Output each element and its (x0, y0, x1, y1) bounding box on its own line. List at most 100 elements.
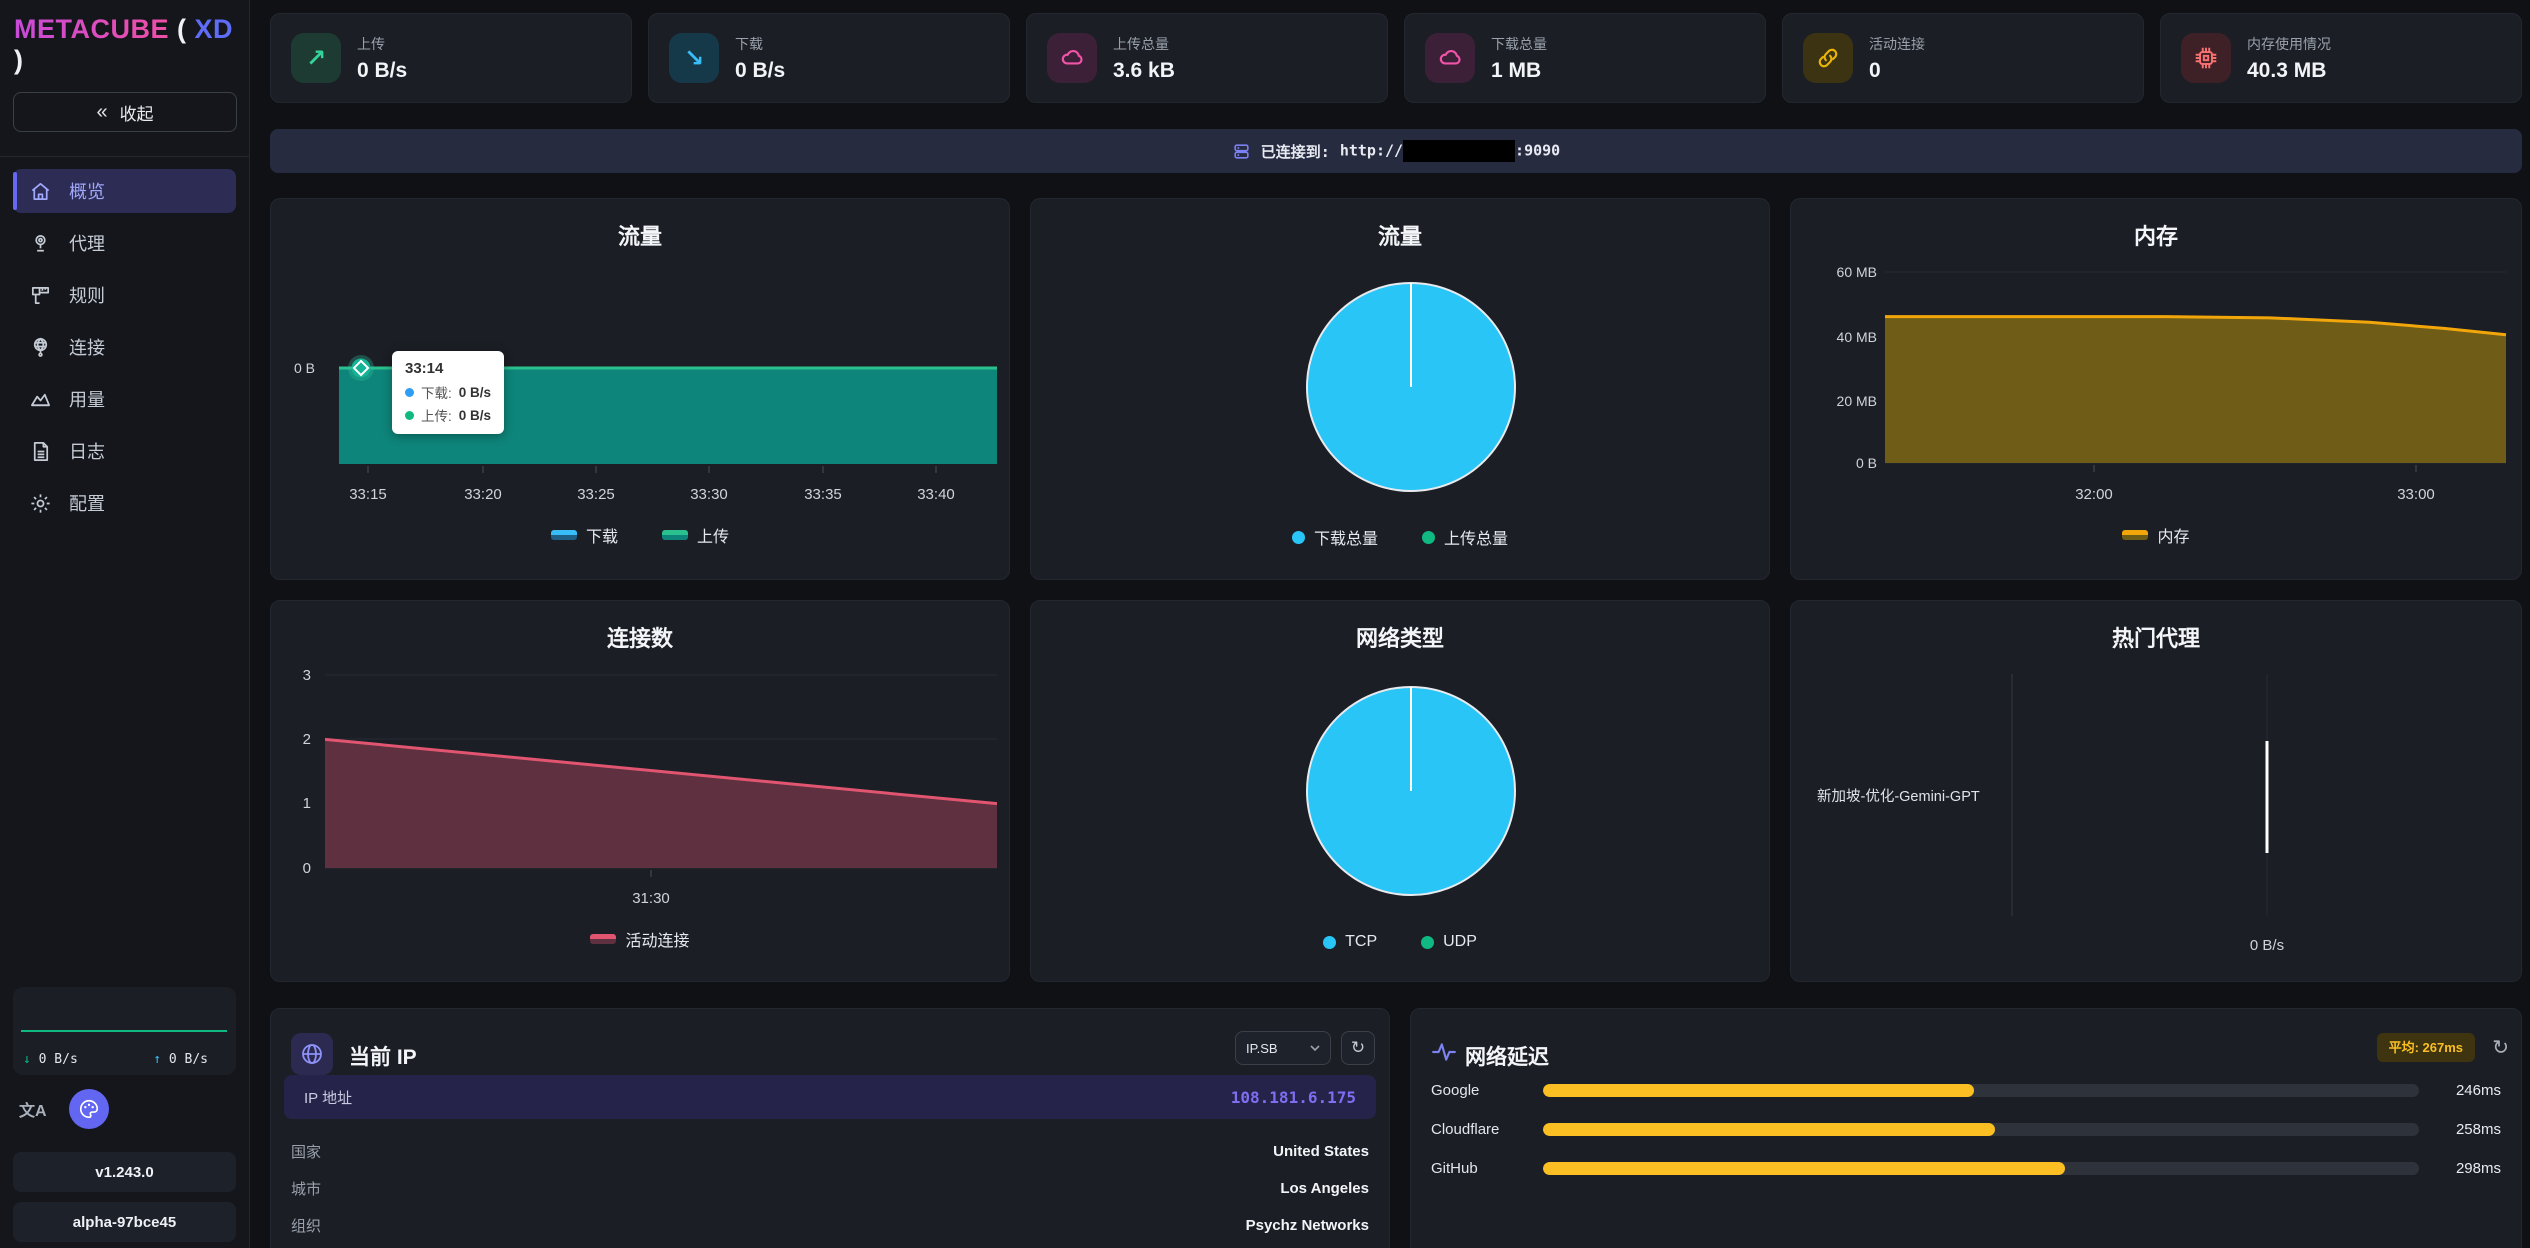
active-point-marker (348, 355, 374, 381)
legend-label: 上传总量 (1444, 525, 1508, 549)
chip-icon (2181, 33, 2231, 83)
svg-text:33:25: 33:25 (577, 486, 615, 503)
traffic-pie-panel: 流量 下载总量上传总量 (1030, 198, 1770, 580)
sidebar-item-label: 规则 (69, 282, 105, 308)
connections-area-chart: 321031:30 (271, 601, 1011, 983)
arrow-down-icon: ↓ (23, 1052, 31, 1067)
stat-value: 40.3 MB (2247, 59, 2331, 83)
sidebar-item-proxy[interactable]: 代理 (13, 221, 236, 265)
sidebar-item-label: 代理 (69, 230, 105, 256)
svg-text:33:40: 33:40 (917, 486, 955, 503)
legend-item[interactable]: TCP (1323, 933, 1377, 951)
x-axis-label: 0 B/s (2250, 937, 2284, 954)
legend-item[interactable]: 上传 (662, 523, 729, 547)
legend-item[interactable]: 活动连接 (590, 927, 689, 951)
config-icon (28, 491, 52, 515)
refresh-icon: ↻ (1351, 1038, 1365, 1058)
ui-build-button[interactable]: alpha-97bce45 (13, 1202, 236, 1242)
svg-text:0 B: 0 B (294, 360, 315, 376)
latency-row: Cloudflare258ms (1431, 1110, 2501, 1149)
proxy-icon (28, 231, 52, 255)
svg-text:0: 0 (303, 860, 311, 877)
cloud-icon (1425, 33, 1475, 83)
stat-cards-row: ↗上传0 B/s↘下载0 B/s上传总量3.6 kB下载总量1 MB活动连接0内… (270, 13, 2522, 103)
stat-label: 下载总量 (1491, 34, 1547, 54)
server-icon (1232, 142, 1251, 161)
link-icon (1803, 33, 1853, 83)
double-chevron-left-icon: « (96, 101, 107, 124)
svg-text:33:20: 33:20 (464, 486, 502, 503)
sidebar-item-home[interactable]: 概览 (13, 169, 236, 213)
svg-text:33:00: 33:00 (2397, 486, 2435, 503)
sidebar-item-label: 配置 (69, 490, 105, 516)
chart-legend: 内存 (1791, 523, 2521, 547)
home-icon (28, 179, 52, 203)
sidebar-item-usage[interactable]: 用量 (13, 377, 236, 421)
legend-item[interactable]: UDP (1421, 933, 1477, 951)
stat-card: 内存使用情况40.3 MB (2160, 13, 2522, 103)
refresh-ip-button[interactable]: ↻ (1341, 1031, 1375, 1065)
stat-label: 下载 (735, 34, 785, 54)
stat-value: 3.6 kB (1113, 59, 1175, 83)
network-type-panel: 网络类型 TCPUDP (1030, 600, 1770, 982)
language-icon[interactable]: 文A (19, 1097, 47, 1121)
ip-info-rows: 国家United States城市Los Angeles组织Psychz Net… (271, 1133, 1389, 1244)
refresh-icon: ↻ (2492, 1037, 2509, 1059)
arrow-down-right-icon: ↘ (669, 33, 719, 83)
bar-zero-value (2266, 741, 2269, 853)
latency-bar-track (1543, 1162, 2419, 1175)
sidebar-item-config[interactable]: 配置 (13, 481, 236, 525)
sidebar: METACUBE ( XD ) « 收起 概览代理规则连接用量日志配置 ↓ 0 … (0, 0, 250, 1248)
collapse-sidebar-button[interactable]: « 收起 (13, 92, 237, 132)
sidebar-item-logs[interactable]: 日志 (13, 429, 236, 473)
globe-icon (291, 1033, 333, 1075)
sidebar-item-rules[interactable]: 规则 (13, 273, 236, 317)
stat-card: 活动连接 0 (1782, 13, 2144, 103)
ip-source-select[interactable]: IP.SB (1235, 1031, 1331, 1065)
legend-label: 内存 (2157, 523, 2189, 547)
legend-label: TCP (1345, 933, 1377, 951)
stat-label: 上传总量 (1113, 34, 1175, 54)
svg-text:3: 3 (303, 667, 311, 684)
sidebar-item-label: 日志 (69, 438, 105, 464)
redacted-host (1403, 140, 1515, 162)
ip-info-row: 组织Psychz Networks (271, 1207, 1389, 1244)
stat-label: 上传 (357, 34, 407, 54)
panel-title: 网络延迟 (1465, 1041, 1549, 1071)
refresh-latency-button[interactable]: ↻ (2492, 1035, 2509, 1060)
legend-item[interactable]: 上传总量 (1422, 525, 1508, 549)
legend-dot (1422, 531, 1435, 544)
latency-bar-fill (1543, 1123, 1995, 1136)
theme-palette-button[interactable] (69, 1089, 109, 1129)
legend-item[interactable]: 下载总量 (1292, 525, 1378, 549)
sidebar-item-connections[interactable]: 连接 (13, 325, 236, 369)
legend-item[interactable]: 下载 (551, 523, 618, 547)
mini-traffic-widget: ↓ 0 B/s ↑ 0 B/s (13, 987, 236, 1075)
legend-marker (590, 934, 616, 944)
svg-text:33:30: 33:30 (690, 486, 728, 503)
svg-text:1: 1 (303, 795, 311, 812)
stat-value: 1 MB (1491, 59, 1547, 83)
logo-accent: XD (195, 14, 234, 44)
chart-legend: 下载总量 上传总量 (1031, 525, 1769, 549)
stat-value: 0 B/s (357, 59, 407, 83)
legend-label: 下载总量 (1314, 525, 1378, 549)
cloud-icon (1047, 33, 1097, 83)
connection-url: http://:9090 (1340, 140, 1560, 162)
ip-info-row: 国家United States (271, 1133, 1389, 1170)
svg-text:32:00: 32:00 (2075, 486, 2113, 503)
usage-icon (28, 387, 52, 411)
core-version-button[interactable]: v1.243.0 (13, 1152, 236, 1192)
latency-bar-track (1543, 1123, 2419, 1136)
svg-text:40 MB: 40 MB (1837, 329, 1877, 345)
memory-chart-panel: 内存 60 MB40 MB20 MB0 B32:0033:00内存 (1790, 198, 2522, 580)
rules-icon (28, 283, 52, 307)
stat-value: 0 (1869, 59, 1925, 83)
legend-item[interactable]: 内存 (2122, 523, 2189, 547)
stat-label: 活动连接 (1869, 34, 1925, 54)
chevron-down-icon (1310, 1044, 1320, 1052)
logo-primary: METACUBE (14, 14, 169, 44)
traffic-chart-panel: 流量 0 B33:1533:2033:2533:3033:3533:4033:1… (270, 198, 1010, 580)
stat-card: 上传总量 3.6 kB (1026, 13, 1388, 103)
svg-text:0 B: 0 B (1856, 455, 1877, 471)
